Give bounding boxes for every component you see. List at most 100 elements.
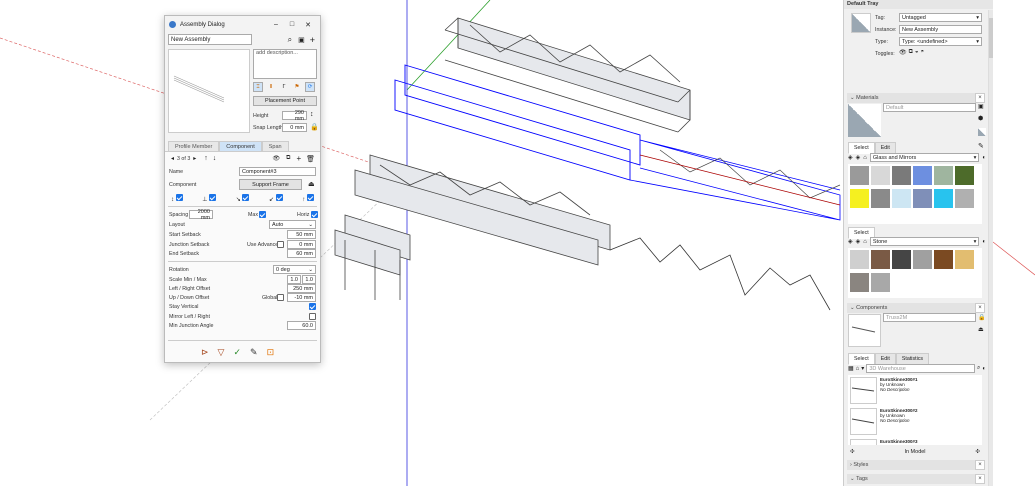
view-options-icon[interactable]: ▦: [848, 365, 854, 372]
trash-icon[interactable]: 🗑: [306, 155, 315, 163]
material-swatch[interactable]: [913, 166, 932, 185]
styles-header[interactable]: › Styles ×: [847, 460, 985, 470]
height-arrow-icon[interactable]: ↕: [310, 111, 314, 118]
scrollbar-thumb[interactable]: [989, 18, 993, 58]
component-tree-icon[interactable]: ⏏: [978, 326, 984, 333]
materials-library-select[interactable]: Glass and Mirrors ▾: [869, 153, 980, 162]
duplicate-icon[interactable]: ⧉: [286, 155, 290, 162]
paint-icon[interactable]: ⬢: [978, 115, 983, 122]
material-swatch[interactable]: [955, 166, 974, 185]
list-item[interactable]: EuroSkinne300#2 by Unknown No Description: [848, 406, 982, 437]
close-icon[interactable]: ×: [975, 303, 985, 313]
orient-toggle-5[interactable]: ↑: [302, 194, 314, 203]
close-icon[interactable]: ×: [975, 460, 985, 470]
tray-scrollbar[interactable]: [988, 10, 993, 486]
scale-max-input[interactable]: 1.0: [302, 275, 316, 284]
stay-vertical-checkbox[interactable]: [309, 303, 316, 310]
material-swatch[interactable]: [850, 250, 869, 269]
add-icon[interactable]: +: [310, 35, 315, 45]
back-icon[interactable]: ◈: [848, 154, 853, 161]
instance-input[interactable]: New Assembly: [899, 25, 982, 34]
nav-icon[interactable]: ✣: [850, 449, 855, 455]
type-select[interactable]: Type: <undefined> ▾: [899, 37, 982, 46]
orient-toggle-4[interactable]: ↙: [269, 194, 283, 203]
search-icon[interactable]: ⌕: [977, 365, 980, 372]
material-name-input[interactable]: Default: [883, 103, 976, 112]
add-component-icon[interactable]: +: [296, 154, 301, 163]
end-setback-input[interactable]: 60 mm: [287, 249, 316, 258]
material-swatch[interactable]: [871, 189, 890, 208]
nav-icon[interactable]: ✣: [975, 449, 980, 455]
material-swatch[interactable]: [934, 250, 953, 269]
path-line[interactable]: [609, 237, 831, 311]
details-icon[interactable]: ◐: [982, 155, 986, 161]
lock-icon[interactable]: 🔒: [310, 123, 319, 131]
prev-icon[interactable]: ◂: [171, 155, 174, 162]
shadow-receive-icon[interactable]: ◓: [921, 49, 925, 56]
name-input[interactable]: Component#3: [239, 167, 316, 176]
materials-library-select-2[interactable]: Stone ▾: [869, 237, 980, 246]
material-swatch[interactable]: [892, 250, 911, 269]
home-icon[interactable]: ⌂: [863, 155, 867, 161]
frame-tool-icon[interactable]: ⊳: [201, 347, 209, 358]
forward-icon[interactable]: ◈: [856, 154, 861, 161]
material-swatch[interactable]: [955, 250, 974, 269]
warehouse-search-input[interactable]: 3D Warehouse: [866, 364, 975, 373]
minimize-button[interactable]: –: [268, 21, 284, 28]
scale-min-input[interactable]: 1.0: [287, 275, 301, 284]
height-input[interactable]: 290 mm: [282, 110, 307, 122]
export-tool-icon[interactable]: ⊡: [267, 347, 275, 358]
details-icon[interactable]: ◐: [982, 239, 986, 245]
details-icon[interactable]: ◐: [982, 366, 986, 372]
home-icon[interactable]: ⌂: [863, 239, 867, 245]
rotate-icon[interactable]: ⟳: [305, 82, 315, 92]
back-icon[interactable]: ◈: [848, 238, 853, 245]
components-header[interactable]: ⌄ Components ×: [847, 303, 985, 313]
start-setback-input[interactable]: 50 mm: [287, 230, 316, 239]
sample-icon[interactable]: [978, 128, 986, 136]
component-select-button[interactable]: Support Frame: [239, 179, 302, 190]
material-swatch[interactable]: [850, 273, 869, 292]
use-advanced-checkbox[interactable]: [277, 241, 284, 248]
material-swatch[interactable]: [871, 166, 890, 185]
corner-icon[interactable]: Γ: [279, 82, 289, 92]
lock-toggle-icon[interactable]: ⧉: [909, 49, 913, 56]
component-name-input[interactable]: Truss2M: [883, 313, 976, 322]
truss-small[interactable]: [334, 214, 411, 300]
align-center-icon[interactable]: ⌶: [253, 82, 263, 92]
min-junction-input[interactable]: 60.0: [287, 321, 316, 330]
align-top-icon[interactable]: Ⅱ: [266, 82, 276, 92]
eyedropper-icon[interactable]: ✎: [250, 347, 258, 358]
ud-offset-input[interactable]: -10 mm: [287, 293, 316, 302]
tag-select[interactable]: Untagged ▾: [899, 13, 982, 22]
flag-icon[interactable]: ⚑: [292, 82, 302, 92]
material-swatch[interactable]: [913, 250, 932, 269]
placement-point-button[interactable]: Placement Point: [253, 96, 317, 106]
max-checkbox[interactable]: [259, 211, 266, 218]
lr-offset-input[interactable]: 250 mm: [287, 284, 316, 293]
create-material-icon[interactable]: ▣: [978, 103, 984, 110]
tags-header[interactable]: ⌄ Tags ×: [847, 474, 985, 484]
component-lock-icon[interactable]: 🔒: [978, 314, 985, 321]
shadow-cast-icon[interactable]: ◒: [915, 49, 919, 56]
layout-select[interactable]: Auto ⌄: [269, 220, 316, 229]
material-swatch[interactable]: [913, 189, 932, 208]
chevron-down-icon[interactable]: ▾: [861, 365, 864, 372]
snap-length-input[interactable]: 0 mm: [282, 123, 307, 132]
eyedropper-icon[interactable]: ✎: [978, 142, 984, 150]
materials-header[interactable]: ⌄ Materials ×: [847, 93, 985, 103]
material-swatch[interactable]: [871, 250, 890, 269]
visibility-toggle-icon[interactable]: 👁: [899, 49, 907, 56]
material-swatch[interactable]: [934, 166, 953, 185]
list-item[interactable]: EuroSkinne300#1 by Unknown No Description: [848, 375, 982, 406]
assembly-name-input[interactable]: New Assembly: [168, 34, 252, 45]
rotation-select[interactable]: 0 deg ⌄: [273, 265, 316, 274]
close-icon[interactable]: ×: [975, 93, 985, 103]
material-swatch[interactable]: [850, 189, 869, 208]
orient-toggle-2[interactable]: ⊥: [202, 194, 217, 203]
global-checkbox[interactable]: [277, 294, 284, 301]
eye-icon[interactable]: 👁: [273, 155, 281, 162]
spacing-input[interactable]: 2000 mm: [189, 209, 213, 221]
material-swatch[interactable]: [892, 189, 911, 208]
junction-setback-input[interactable]: 0 mm: [287, 240, 316, 249]
